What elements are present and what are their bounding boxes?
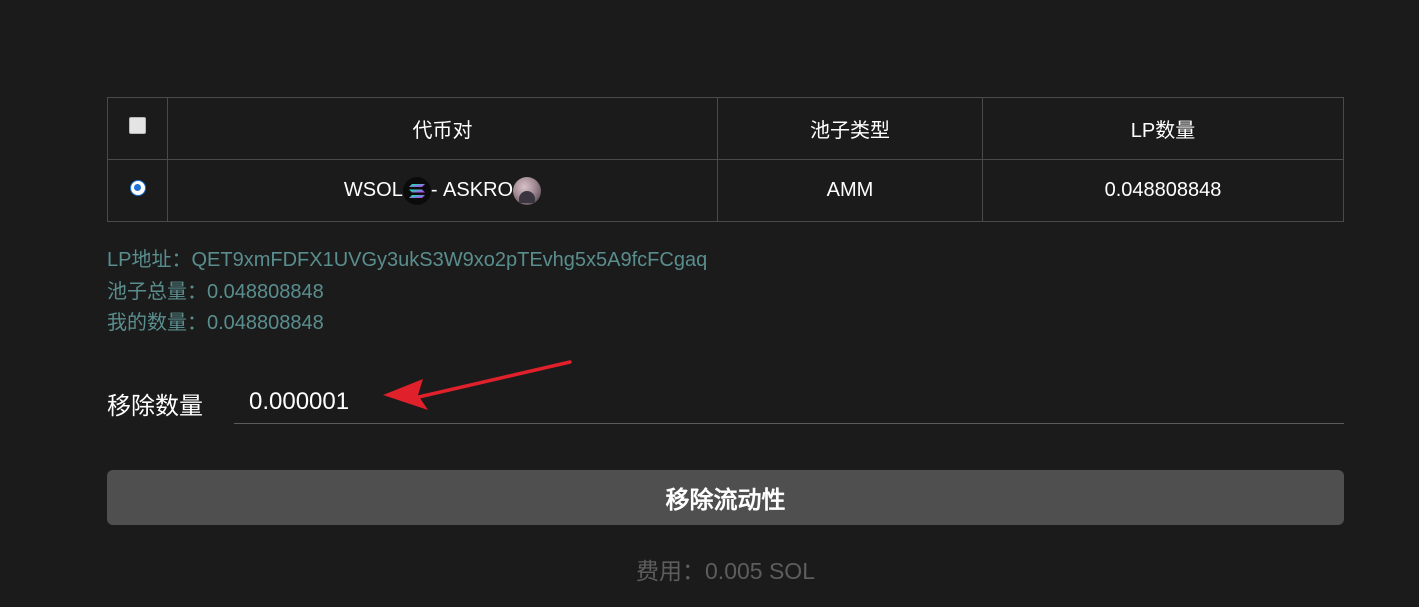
remove-liquidity-button[interactable]: 移除流动性 bbox=[107, 470, 1344, 525]
pair-separator: - bbox=[430, 179, 444, 201]
token-a-symbol: WSOL bbox=[343, 179, 403, 201]
select-all-checkbox[interactable] bbox=[129, 117, 146, 135]
table-row[interactable]: WSOL - ASKRO AMM 0.048808848 bbox=[107, 159, 1344, 222]
table-header-row: 代币对 池子类型 LP数量 bbox=[107, 97, 1344, 160]
header-pool-type: 池子类型 bbox=[717, 97, 983, 160]
lp-table: 代币对 池子类型 LP数量 WSOL - ASKRO AMM 0.0488088… bbox=[107, 97, 1344, 222]
askro-token-icon bbox=[513, 176, 542, 205]
solana-icon bbox=[402, 176, 431, 205]
remove-liquidity-page: 代币对 池子类型 LP数量 WSOL - ASKRO AMM 0.0488088… bbox=[0, 0, 1419, 607]
select-all-cell bbox=[107, 97, 168, 160]
remove-amount-label: 移除数量 bbox=[107, 393, 203, 420]
row-select-radio[interactable] bbox=[129, 179, 146, 196]
header-lp-amount: LP数量 bbox=[982, 97, 1344, 160]
lp-amount-cell: 0.048808848 bbox=[982, 159, 1344, 222]
pair-cell: WSOL - ASKRO bbox=[167, 159, 718, 222]
annotation-arrow-icon bbox=[383, 360, 572, 410]
token-pair: WSOL - ASKRO bbox=[343, 176, 542, 205]
token-b-symbol: ASKRO bbox=[443, 179, 514, 201]
header-pair: 代币对 bbox=[167, 97, 718, 160]
pool-type-cell: AMM bbox=[717, 159, 983, 222]
fee-text: 费用：0.005 SOL bbox=[636, 558, 815, 584]
lp-address-text: LP地址：QET9xmFDFX1UVGy3ukS3W9xo2pTEvhg5x5A… bbox=[107, 249, 708, 271]
pool-total-text: 池子总量：0.048808848 bbox=[107, 281, 324, 303]
my-amount-text: 我的数量：0.048808848 bbox=[107, 312, 324, 334]
row-select-cell bbox=[107, 159, 168, 222]
